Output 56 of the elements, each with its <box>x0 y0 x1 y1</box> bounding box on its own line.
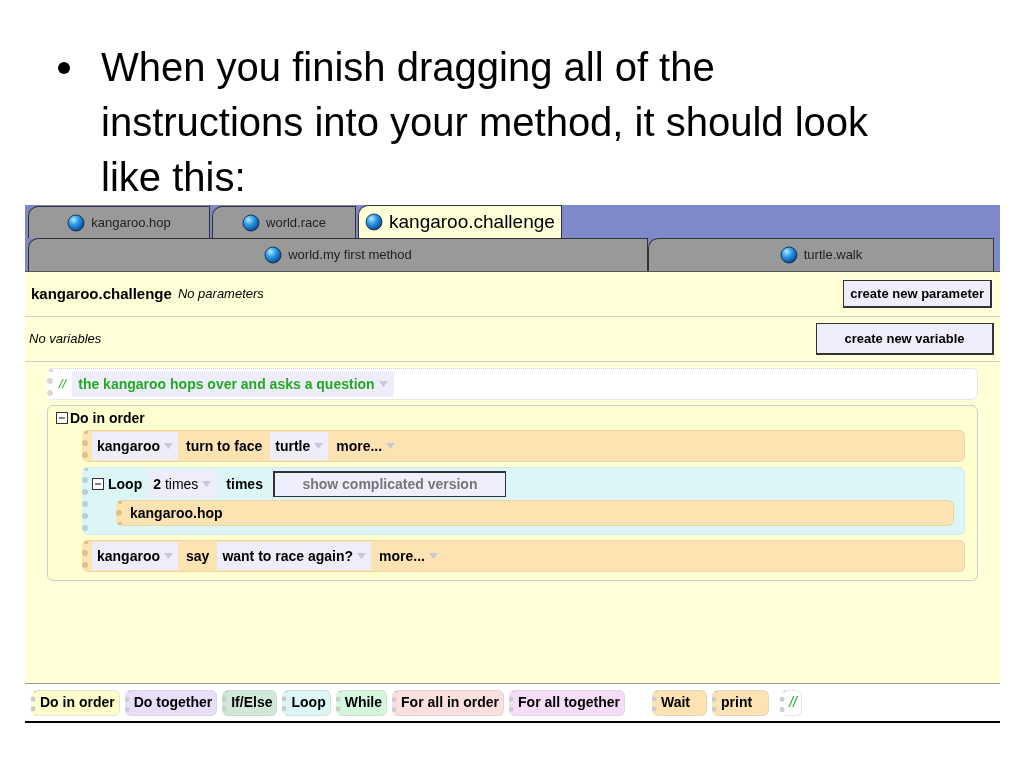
dropdown-arrow-icon <box>314 443 324 449</box>
ball-icon <box>242 213 260 232</box>
ball-icon <box>264 246 283 264</box>
loop-label: Loop <box>108 474 143 494</box>
method-tab[interactable]: world.race <box>212 206 356 238</box>
create-parameter-button[interactable]: create new parameter <box>843 280 992 308</box>
count-dropdown[interactable]: 2 times <box>148 470 217 498</box>
palette-tile[interactable]: Wait <box>651 689 707 716</box>
create-variable-button[interactable]: create new variable <box>816 323 994 355</box>
ball-icon <box>779 246 798 264</box>
method-tab[interactable]: kangaroo.hop <box>28 206 210 238</box>
variables-label: No variables <box>29 330 102 349</box>
palette-tile[interactable]: Loop <box>282 689 331 716</box>
palette-tile[interactable]: print <box>712 689 770 716</box>
palette-tile[interactable]: Do together <box>124 689 218 716</box>
statement-block[interactable]: kangaroo say want to race again? more... <box>82 540 965 572</box>
method-tab[interactable]: world.my first method <box>28 238 648 271</box>
more-menu[interactable]: more... <box>332 432 400 460</box>
palette-tile[interactable]: If/Else <box>222 689 278 716</box>
palette-tile[interactable]: For all together <box>509 689 625 716</box>
statement-block[interactable]: kangaroo turn to face turtle more... <box>82 430 965 462</box>
palette-tile[interactable]: For all in order <box>392 689 505 716</box>
dropdown-arrow-icon <box>357 553 367 559</box>
bullet-icon <box>58 62 70 74</box>
method-tab[interactable]: kangaroo.challenge <box>358 205 562 238</box>
ball-icon <box>365 213 383 231</box>
dropdown-field[interactable]: turtle <box>270 432 329 460</box>
method-name: kangaroo.challenge <box>31 283 172 304</box>
collapse-icon[interactable] <box>92 478 104 490</box>
collapse-icon[interactable] <box>56 412 68 424</box>
show-complicated-version-button[interactable]: show complicated version <box>272 471 506 497</box>
dropdown-arrow-icon <box>429 553 438 559</box>
times-label: times <box>225 474 264 494</box>
loop-block[interactable]: Loop 2 times times show complicated version kangaroo.hop <box>82 467 965 535</box>
comment-mark: // <box>59 375 67 394</box>
dropdown-field[interactable]: kangaroo <box>92 542 178 570</box>
more-menu[interactable]: more... <box>375 542 442 570</box>
statement-text: say <box>185 546 211 566</box>
bullet-text: When you finish dragging all of the instructions into your method, it should look like this: <box>101 44 870 201</box>
dropdown-arrow-icon <box>386 443 396 449</box>
palette-tile[interactable]: While <box>335 689 388 716</box>
parameters-label: No parameters <box>177 285 264 304</box>
dropdown-arrow-icon <box>164 443 173 449</box>
method-tab[interactable]: turtle.walk <box>648 238 994 271</box>
dropdown-field[interactable]: kangaroo <box>92 432 178 460</box>
dropdown-arrow-icon <box>202 481 212 487</box>
statement-text: kangaroo.hop <box>129 503 224 523</box>
statement-block[interactable]: kangaroo.hop <box>116 500 954 526</box>
do-in-order-block[interactable]: Do in order kangaroo turn to face turtle more... Loop 2 times times show complicated version kangaroo.hop kangaroo say want to race again? more... <box>47 405 978 581</box>
statement-text: turn to face <box>185 436 264 456</box>
ball-icon <box>67 213 86 232</box>
do-in-order-label: Do in order <box>70 408 145 428</box>
dropdown-field[interactable]: want to race again? <box>217 542 372 570</box>
dropdown-arrow-icon <box>164 553 173 559</box>
palette-tile[interactable]: Do in order <box>31 689 120 716</box>
dropdown-arrow-icon <box>378 381 388 387</box>
